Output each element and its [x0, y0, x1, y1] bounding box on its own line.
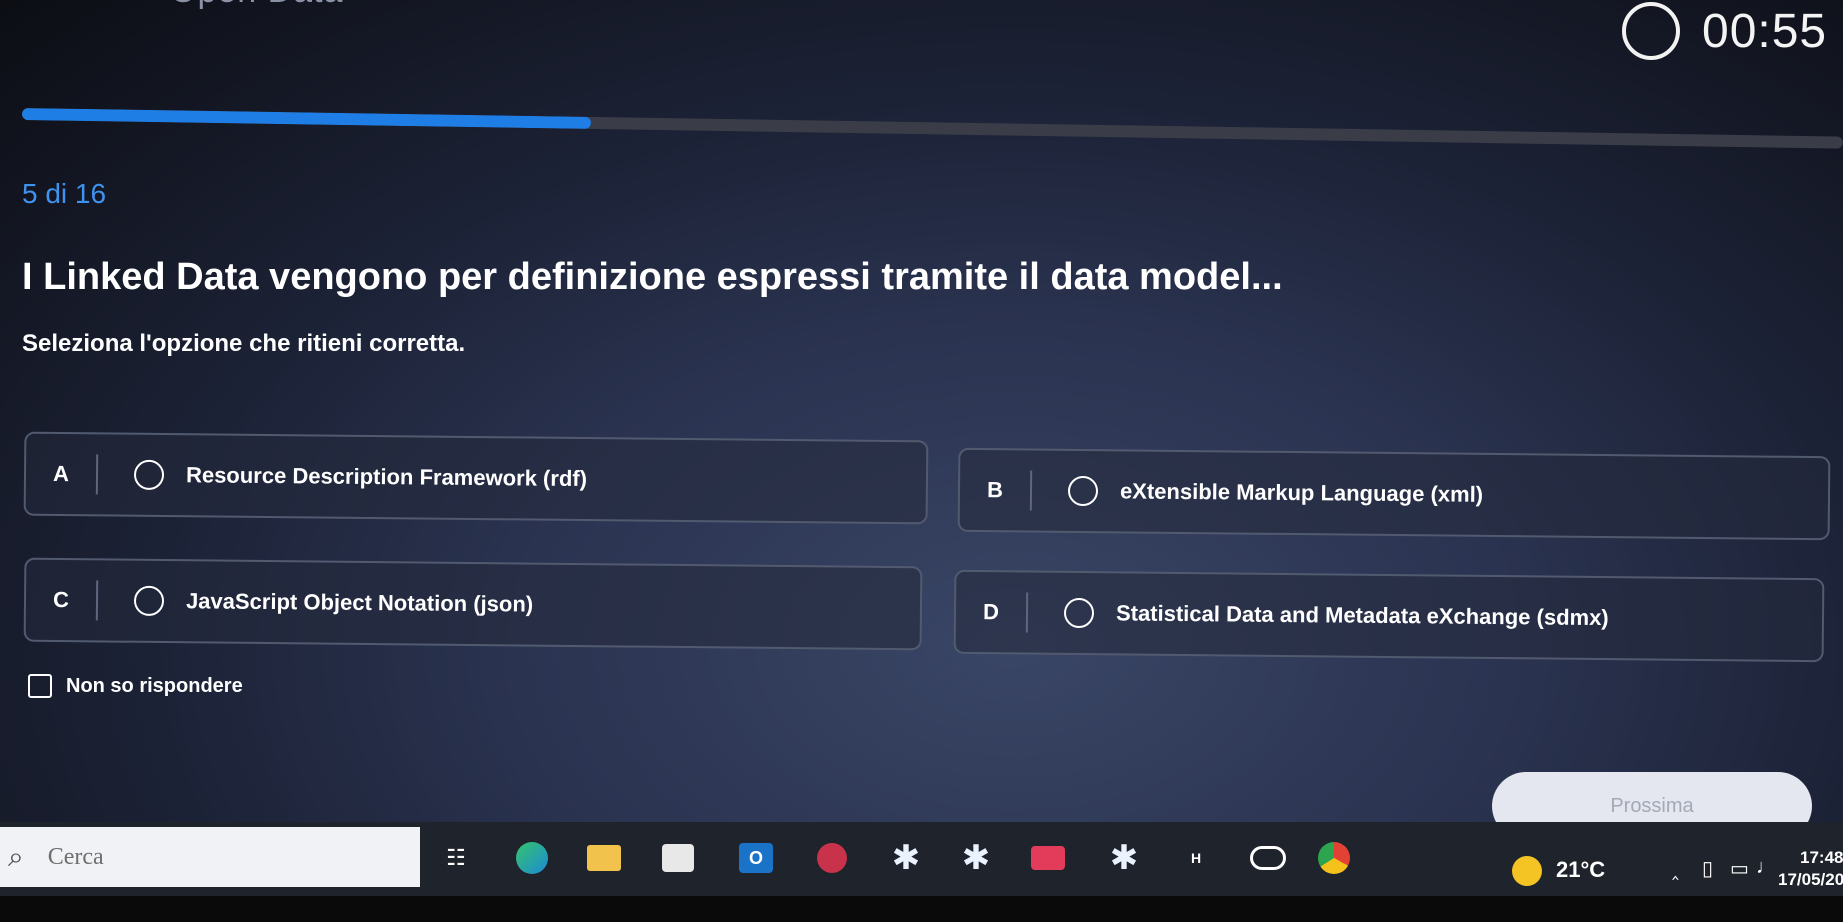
- option-letter: B: [959, 469, 1033, 511]
- option-a[interactable]: A Resource Description Framework (rdf): [23, 431, 929, 525]
- option-label: Resource Description Framework (rdf): [185, 462, 588, 492]
- snowflake-icon[interactable]: ✱: [886, 838, 926, 878]
- option-label: JavaScript Object Notation (json): [185, 588, 534, 617]
- search-input[interactable]: Cerca: [48, 844, 104, 871]
- checkbox-icon[interactable]: [28, 674, 52, 698]
- option-label: Statistical Data and Metadata eXchange (…: [1115, 600, 1609, 631]
- quiz-screen: Open Data 00:55 5 di 16 I Linked Data ve…: [0, 0, 1843, 922]
- timer-circle-icon: [1622, 2, 1680, 60]
- dont-know-label: Non so rispondere: [66, 674, 243, 697]
- option-letter: D: [955, 591, 1029, 633]
- snowflake-icon[interactable]: ✱: [956, 838, 996, 878]
- radio-icon[interactable]: [1063, 597, 1095, 629]
- clock-date[interactable]: 17/05/202: [1778, 870, 1843, 890]
- timer-value: 00:55: [1702, 4, 1828, 58]
- option-b[interactable]: B eXtensible Markup Language (xml): [957, 447, 1831, 541]
- store-icon[interactable]: [658, 838, 698, 878]
- question-counter: 5 di 16: [22, 178, 107, 209]
- radio-icon[interactable]: [133, 585, 165, 617]
- battery-icon[interactable]: ▯: [1702, 856, 1713, 881]
- option-letter: A: [25, 453, 99, 495]
- snowflake-icon[interactable]: ✱: [1104, 838, 1144, 878]
- file-explorer-icon[interactable]: [584, 838, 624, 878]
- option-d[interactable]: D Statistical Data and Metadata eXchange…: [953, 569, 1825, 663]
- option-label: eXtensible Markup Language (xml): [1119, 478, 1484, 507]
- chrome-icon[interactable]: [1314, 838, 1354, 878]
- mail-icon[interactable]: [1028, 838, 1068, 878]
- question-text: I Linked Data vengono per definizione es…: [22, 256, 1283, 298]
- network-icon[interactable]: ▭: [1730, 856, 1749, 881]
- edge-icon[interactable]: [512, 838, 552, 878]
- chevron-up-icon[interactable]: ‸: [1672, 856, 1679, 881]
- volume-icon[interactable]: ♩: [1756, 856, 1776, 879]
- progress-bar: [21, 108, 1843, 149]
- quiz-title: Open Data: [170, 0, 343, 11]
- dont-know-checkbox[interactable]: Non so rispondere: [28, 674, 243, 698]
- radio-icon[interactable]: [133, 459, 165, 491]
- search-icon: ⌕: [8, 840, 24, 872]
- screen-bezel: [0, 896, 1843, 922]
- taskbar-search[interactable]: ⌕ Cerca: [0, 827, 420, 887]
- weather-sun-icon[interactable]: [1512, 856, 1542, 886]
- option-c[interactable]: C JavaScript Object Notation (json): [23, 557, 923, 651]
- radio-icon[interactable]: [1067, 475, 1099, 507]
- clock-time[interactable]: 17:48: [1800, 848, 1843, 868]
- option-letter: C: [25, 579, 99, 621]
- task-view-icon[interactable]: ☷: [436, 838, 476, 878]
- weather-temperature[interactable]: 21°C: [1556, 857, 1605, 883]
- timer: 00:55: [1622, 2, 1827, 60]
- progress-fill: [21, 108, 592, 129]
- app-icon[interactable]: [812, 838, 852, 878]
- camera-icon[interactable]: [1248, 838, 1288, 878]
- h-icon[interactable]: H: [1176, 838, 1216, 878]
- question-instruction: Seleziona l'opzione che ritieni corretta…: [22, 330, 466, 357]
- outlook-icon[interactable]: O: [736, 838, 776, 878]
